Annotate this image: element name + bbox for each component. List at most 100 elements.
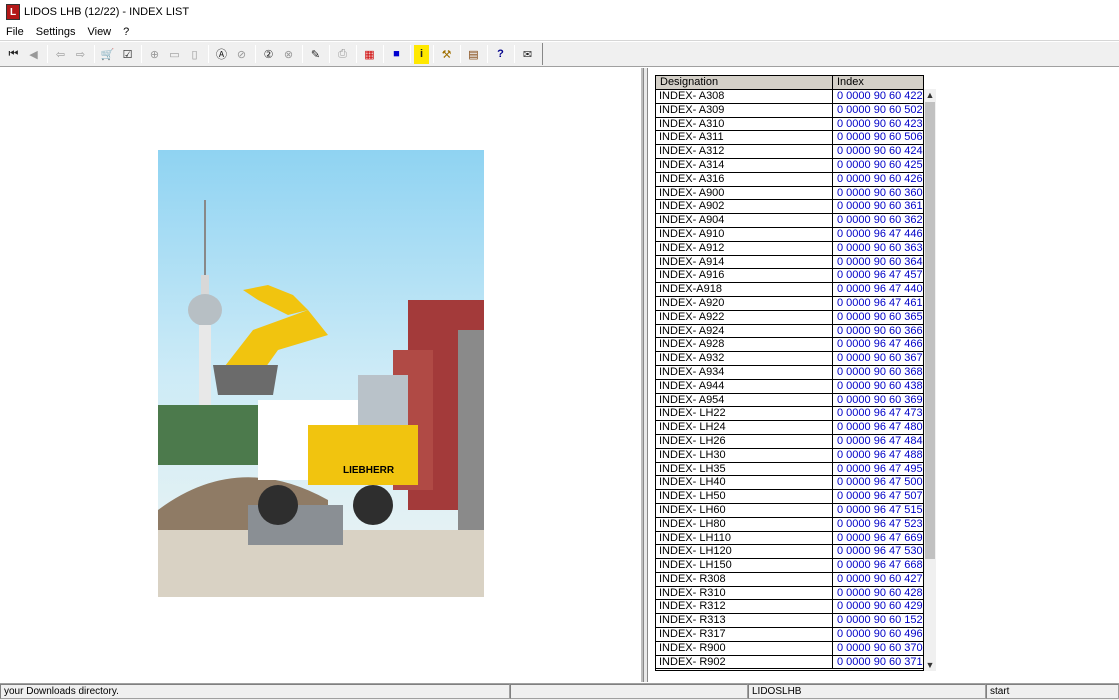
designation-cell[interactable]: INDEX- A932 (656, 352, 833, 365)
designation-cell[interactable]: INDEX- A314 (656, 158, 833, 172)
table-row[interactable]: INDEX- LH24 0 0000 96 47 480 (656, 421, 923, 435)
index-link[interactable]: 0 0000 90 60 371 (833, 656, 923, 669)
designation-cell[interactable]: INDEX- A308 (656, 90, 833, 103)
index-link[interactable]: 0 0000 90 60 367 (833, 352, 923, 365)
table-row[interactable]: INDEX- A910 0 0000 96 47 446 (656, 227, 923, 242)
index-link[interactable]: 0 0000 90 60 152 (833, 614, 923, 627)
search-clear-button[interactable]: ⊗ (279, 45, 298, 64)
table-row[interactable]: INDEX- R317 0 0000 90 60 496 (656, 628, 923, 642)
index-link[interactable]: 0 0000 96 47 530 (833, 545, 923, 558)
designation-cell[interactable]: INDEX- A944 (656, 379, 833, 393)
zoom-in-button[interactable]: ⊕ (145, 45, 164, 64)
designation-cell[interactable]: INDEX- R310 (656, 586, 833, 600)
designation-cell[interactable]: INDEX- A309 (656, 103, 833, 117)
index-link[interactable]: 0 0000 90 60 428 (833, 587, 923, 600)
designation-cell[interactable]: INDEX- A934 (656, 365, 833, 379)
designation-cell[interactable]: INDEX- A900 (656, 186, 833, 200)
grid-button[interactable]: ▦ (360, 45, 379, 64)
table-row[interactable]: INDEX-A918 0 0000 96 47 440 (656, 283, 923, 297)
index-link[interactable]: 0 0000 96 47 500 (833, 476, 923, 489)
table-row[interactable]: INDEX- LH50 0 0000 96 47 507 (656, 490, 923, 504)
books-button[interactable]: ▤ (464, 45, 483, 64)
designation-cell[interactable]: INDEX- A910 (656, 227, 833, 241)
menu-settings[interactable]: Settings (30, 26, 82, 38)
designation-cell[interactable]: INDEX- A928 (656, 338, 833, 352)
table-row[interactable]: INDEX- A934 0 0000 90 60 368 (656, 365, 923, 380)
search-a-button[interactable]: Ⓐ (212, 45, 231, 64)
table-row[interactable]: INDEX- R902 0 0000 90 60 371 (656, 655, 923, 670)
edit-button[interactable]: ✎ (306, 45, 325, 64)
index-link[interactable]: 0 0000 90 60 361 (833, 200, 923, 213)
designation-cell[interactable]: INDEX- LH35 (656, 462, 833, 476)
fit-page-button[interactable]: ▭ (165, 45, 184, 64)
designation-cell[interactable]: INDEX- LH30 (656, 448, 833, 462)
index-link[interactable]: 0 0000 96 47 507 (833, 490, 923, 503)
table-row[interactable]: INDEX- A312 0 0000 90 60 424 (656, 145, 923, 159)
menu-help[interactable]: ? (117, 26, 135, 38)
checklist-button[interactable]: ☑ (118, 45, 137, 64)
index-link[interactable]: 0 0000 96 47 480 (833, 421, 923, 434)
designation-cell[interactable]: INDEX- A920 (656, 296, 833, 310)
index-link[interactable]: 0 0000 90 60 427 (833, 573, 923, 586)
index-link[interactable]: 0 0000 96 47 440 (833, 283, 923, 296)
table-row[interactable]: INDEX- A944 0 0000 90 60 438 (656, 379, 923, 394)
fit-width-button[interactable]: ▯ (185, 45, 204, 64)
search-2-button[interactable]: ② (259, 45, 278, 64)
index-link[interactable]: 0 0000 90 60 426 (833, 173, 923, 186)
search-next-button[interactable]: ⊘ (232, 45, 251, 64)
index-link[interactable]: 0 0000 90 60 424 (833, 145, 923, 158)
index-column-header[interactable]: Index (833, 76, 923, 89)
index-link[interactable]: 0 0000 96 47 461 (833, 297, 923, 310)
designation-cell[interactable]: INDEX- A924 (656, 324, 833, 338)
table-row[interactable]: INDEX- A920 0 0000 96 47 461 (656, 296, 923, 311)
info-button[interactable]: i (414, 44, 429, 64)
table-row[interactable]: INDEX- R308 0 0000 90 60 427 (656, 572, 923, 587)
designation-cell[interactable]: INDEX- R900 (656, 641, 833, 655)
index-link[interactable]: 0 0000 90 60 438 (833, 380, 923, 393)
index-link[interactable]: 0 0000 96 47 446 (833, 228, 923, 241)
designation-cell[interactable]: INDEX- R317 (656, 628, 833, 641)
designation-cell[interactable]: INDEX- A312 (656, 145, 833, 158)
index-link[interactable]: 0 0000 96 47 495 (833, 463, 923, 476)
menu-view[interactable]: View (81, 26, 117, 38)
help-lidos-button[interactable]: ? (491, 45, 510, 64)
table-row[interactable]: INDEX- LH40 0 0000 96 47 500 (656, 476, 923, 491)
designation-cell[interactable]: INDEX- LH110 (656, 531, 833, 545)
table-row[interactable]: INDEX- LH60 0 0000 96 47 515 (656, 503, 923, 518)
index-link[interactable]: 0 0000 90 60 369 (833, 394, 923, 407)
tools-button[interactable]: ⚒ (437, 45, 456, 64)
designation-cell[interactable]: INDEX- A922 (656, 310, 833, 324)
table-row[interactable]: INDEX- A310 0 0000 90 60 423 (656, 117, 923, 132)
table-row[interactable]: INDEX- A308 0 0000 90 60 422 (656, 90, 923, 104)
table-row[interactable]: INDEX- A316 0 0000 90 60 426 (656, 172, 923, 187)
table-row[interactable]: INDEX- LH150 0 0000 96 47 668 (656, 559, 923, 573)
table-row[interactable]: INDEX- LH22 0 0000 96 47 473 (656, 407, 923, 422)
previous-button[interactable]: ◀ (24, 45, 43, 64)
index-link[interactable]: 0 0000 90 60 365 (833, 311, 923, 324)
index-link[interactable]: 0 0000 90 60 370 (833, 642, 923, 655)
designation-cell[interactable]: INDEX- A902 (656, 200, 833, 214)
designation-cell[interactable]: INDEX- LH80 (656, 517, 833, 531)
table-row[interactable]: INDEX- A928 0 0000 96 47 466 (656, 338, 923, 353)
table-row[interactable]: INDEX- A912 0 0000 90 60 363 (656, 241, 923, 256)
index-link[interactable]: 0 0000 96 47 466 (833, 338, 923, 351)
designation-column-header[interactable]: Designation (656, 76, 833, 89)
table-row[interactable]: INDEX- A924 0 0000 90 60 366 (656, 324, 923, 339)
designation-cell[interactable]: INDEX- A912 (656, 241, 833, 255)
table-row[interactable]: INDEX- LH80 0 0000 96 47 523 (656, 517, 923, 532)
back-doc-button[interactable]: ⇦ (51, 45, 70, 64)
designation-cell[interactable]: INDEX- LH150 (656, 559, 833, 572)
index-link[interactable]: 0 0000 96 47 484 (833, 435, 923, 448)
table-row[interactable]: INDEX- A314 0 0000 90 60 425 (656, 158, 923, 173)
index-link[interactable]: 0 0000 90 60 363 (833, 242, 923, 255)
table-row[interactable]: INDEX- R312 0 0000 90 60 429 (656, 600, 923, 615)
designation-cell[interactable]: INDEX- R313 (656, 614, 833, 628)
index-link[interactable]: 0 0000 90 60 429 (833, 600, 923, 613)
table-row[interactable]: INDEX- A900 0 0000 90 60 360 (656, 186, 923, 201)
index-link[interactable]: 0 0000 96 47 523 (833, 518, 923, 531)
scroll-down-icon[interactable]: ▼ (924, 659, 936, 671)
designation-cell[interactable]: INDEX- A914 (656, 255, 833, 269)
index-link[interactable]: 0 0000 90 60 422 (833, 90, 923, 103)
index-link[interactable]: 0 0000 90 60 360 (833, 187, 923, 200)
index-link[interactable]: 0 0000 96 47 669 (833, 532, 923, 545)
